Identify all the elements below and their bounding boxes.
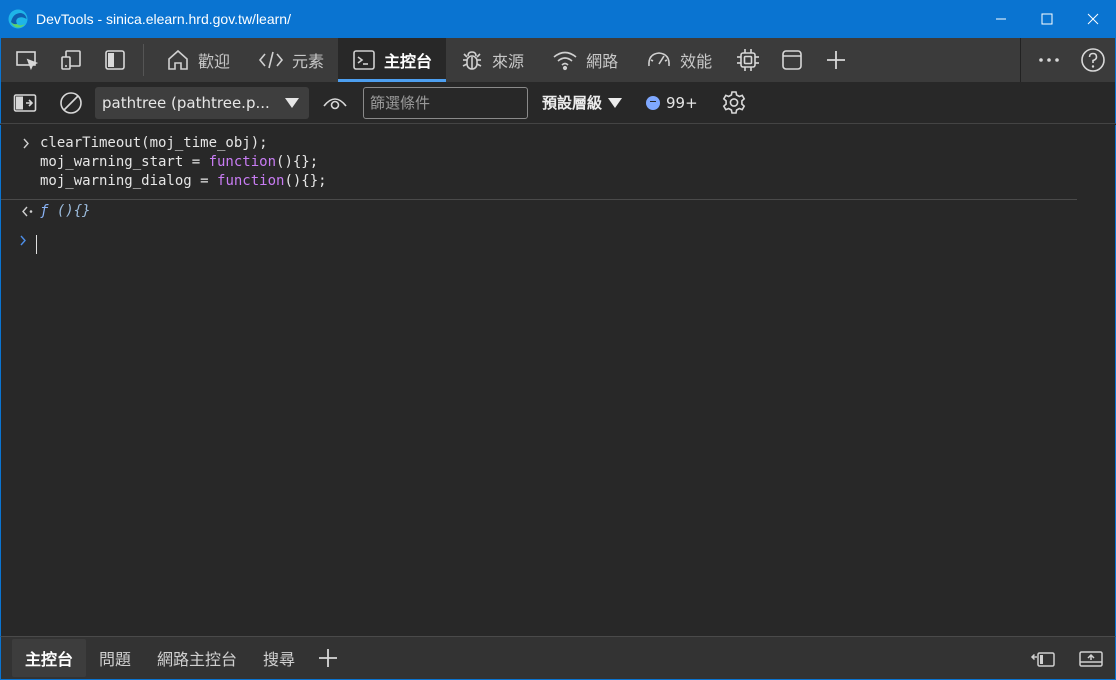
maximize-icon bbox=[1041, 13, 1053, 25]
gear-icon bbox=[722, 90, 745, 114]
issues-message-icon bbox=[646, 95, 661, 110]
drawer-right-controls bbox=[1019, 637, 1115, 680]
chevron-down-icon bbox=[608, 97, 623, 108]
console-output[interactable]: clearTimeout(moj_time_obj); moj_warning_… bbox=[0, 125, 1116, 636]
drawer-tab-console[interactable]: 主控台 bbox=[12, 639, 87, 677]
tab-network-label: 網路 bbox=[586, 52, 619, 71]
log-levels-label: 預設層級 bbox=[542, 94, 603, 112]
tab-memory[interactable] bbox=[726, 38, 770, 82]
home-icon bbox=[168, 49, 188, 70]
minimize-icon bbox=[996, 18, 1006, 20]
console-input-entry: clearTimeout(moj_time_obj); moj_warning_… bbox=[1, 134, 1077, 200]
inspect-cursor-icon bbox=[16, 51, 39, 71]
title-bar: DevTools - sinica.elearn.hrd.gov.tw/lear… bbox=[0, 0, 1116, 38]
drawer-tab-search[interactable]: 搜尋 bbox=[250, 639, 308, 677]
console-icon bbox=[353, 50, 375, 70]
edge-devtools-app-icon bbox=[8, 9, 28, 29]
gauge-icon bbox=[648, 52, 670, 67]
tab-elements[interactable]: 元素 bbox=[244, 38, 338, 82]
bug-icon bbox=[462, 51, 482, 70]
sidebar-panel-icon bbox=[105, 50, 125, 70]
tab-application[interactable] bbox=[770, 38, 814, 82]
issues-count: 99+ bbox=[666, 93, 698, 112]
javascript-context-select[interactable]: pathtree (pathtree.p... bbox=[95, 86, 309, 119]
issues-counter[interactable]: 99+ bbox=[646, 94, 698, 112]
help-button[interactable] bbox=[1071, 38, 1115, 82]
prompt-chevron-icon bbox=[18, 231, 32, 254]
expand-drawer-button[interactable] bbox=[1067, 639, 1115, 679]
input-chevron-icon bbox=[21, 134, 35, 157]
plus-icon bbox=[827, 51, 846, 69]
tab-performance-label: 效能 bbox=[680, 52, 713, 71]
window-title: DevTools - sinica.elearn.hrd.gov.tw/lear… bbox=[36, 11, 291, 27]
drawer-add-tool-button[interactable] bbox=[308, 638, 348, 678]
eye-icon bbox=[323, 97, 347, 109]
tab-sources-label: 來源 bbox=[492, 52, 525, 71]
console-code-line: clearTimeout(moj_time_obj); bbox=[40, 135, 268, 151]
tab-network[interactable]: 網路 bbox=[538, 38, 632, 82]
tab-bar-divider bbox=[1020, 38, 1021, 82]
expand-drawer-icon bbox=[1079, 650, 1103, 667]
tab-elements-label: 元素 bbox=[292, 52, 325, 71]
plus-icon bbox=[319, 649, 338, 667]
dock-drawer-button[interactable] bbox=[1019, 639, 1067, 679]
clear-block-icon bbox=[60, 91, 82, 114]
filter-input[interactable] bbox=[363, 86, 528, 119]
device-emulation-icon bbox=[61, 50, 81, 70]
close-icon bbox=[1087, 13, 1099, 25]
application-window-icon bbox=[782, 50, 802, 70]
inspect-element-button[interactable] bbox=[5, 38, 49, 82]
function-result[interactable]: ƒ (){} bbox=[40, 202, 91, 221]
console-result-entry: ƒ (){} bbox=[1, 202, 1077, 226]
drawer-tab-issues[interactable]: 問題 bbox=[86, 639, 144, 677]
console-settings-button[interactable] bbox=[714, 83, 754, 123]
clear-console-button[interactable] bbox=[51, 83, 91, 123]
main-tab-bar: 歡迎 元素 主控台 來源 網路 效能 bbox=[0, 38, 1116, 82]
drawer-tab-bar: 主控台 問題 網路主控台 搜尋 bbox=[0, 636, 1116, 680]
customize-menu-button[interactable] bbox=[1027, 38, 1071, 82]
code-icon bbox=[258, 51, 284, 69]
console-prompt[interactable] bbox=[1, 231, 1077, 257]
window-controls bbox=[978, 0, 1116, 38]
log-levels-dropdown[interactable]: 預設層級 bbox=[542, 92, 623, 113]
tab-bar-right-group bbox=[1020, 38, 1115, 82]
tab-welcome[interactable]: 歡迎 bbox=[152, 38, 244, 82]
tab-console[interactable]: 主控台 bbox=[338, 38, 447, 82]
toolbar-divider bbox=[143, 44, 144, 76]
result-arrow-icon bbox=[21, 202, 35, 225]
dock-side-icon bbox=[1030, 651, 1055, 667]
help-icon bbox=[1081, 48, 1105, 72]
more-options-icon bbox=[1039, 58, 1059, 62]
show-console-sidebar-button[interactable] bbox=[5, 83, 45, 123]
drawer-tab-network-console[interactable]: 網路主控台 bbox=[144, 639, 250, 677]
toggle-sidebar-button[interactable] bbox=[93, 38, 137, 82]
console-code-line: moj_warning_start = function(){}; bbox=[40, 154, 319, 170]
minimize-button[interactable] bbox=[978, 0, 1024, 38]
tab-sources[interactable]: 來源 bbox=[446, 38, 538, 82]
live-expression-button[interactable] bbox=[315, 83, 355, 123]
console-code-line: moj_warning_dialog = function(){}; bbox=[40, 173, 327, 189]
text-caret bbox=[36, 235, 37, 254]
context-select-value: pathtree (pathtree.p... bbox=[102, 93, 270, 112]
maximize-button[interactable] bbox=[1024, 0, 1070, 38]
console-toolbar: pathtree (pathtree.p... 預設層級 99+ bbox=[0, 82, 1116, 124]
cpu-chip-icon bbox=[737, 49, 760, 71]
tab-welcome-label: 歡迎 bbox=[198, 52, 231, 71]
tab-performance[interactable]: 效能 bbox=[632, 38, 726, 82]
more-tools-button[interactable] bbox=[814, 38, 858, 82]
close-window-button[interactable] bbox=[1070, 0, 1116, 38]
tab-console-label: 主控台 bbox=[384, 52, 433, 71]
chevron-down-icon bbox=[285, 97, 299, 108]
device-emulation-button[interactable] bbox=[49, 38, 93, 82]
sidebar-toggle-icon bbox=[13, 93, 37, 112]
wifi-icon bbox=[553, 51, 577, 71]
